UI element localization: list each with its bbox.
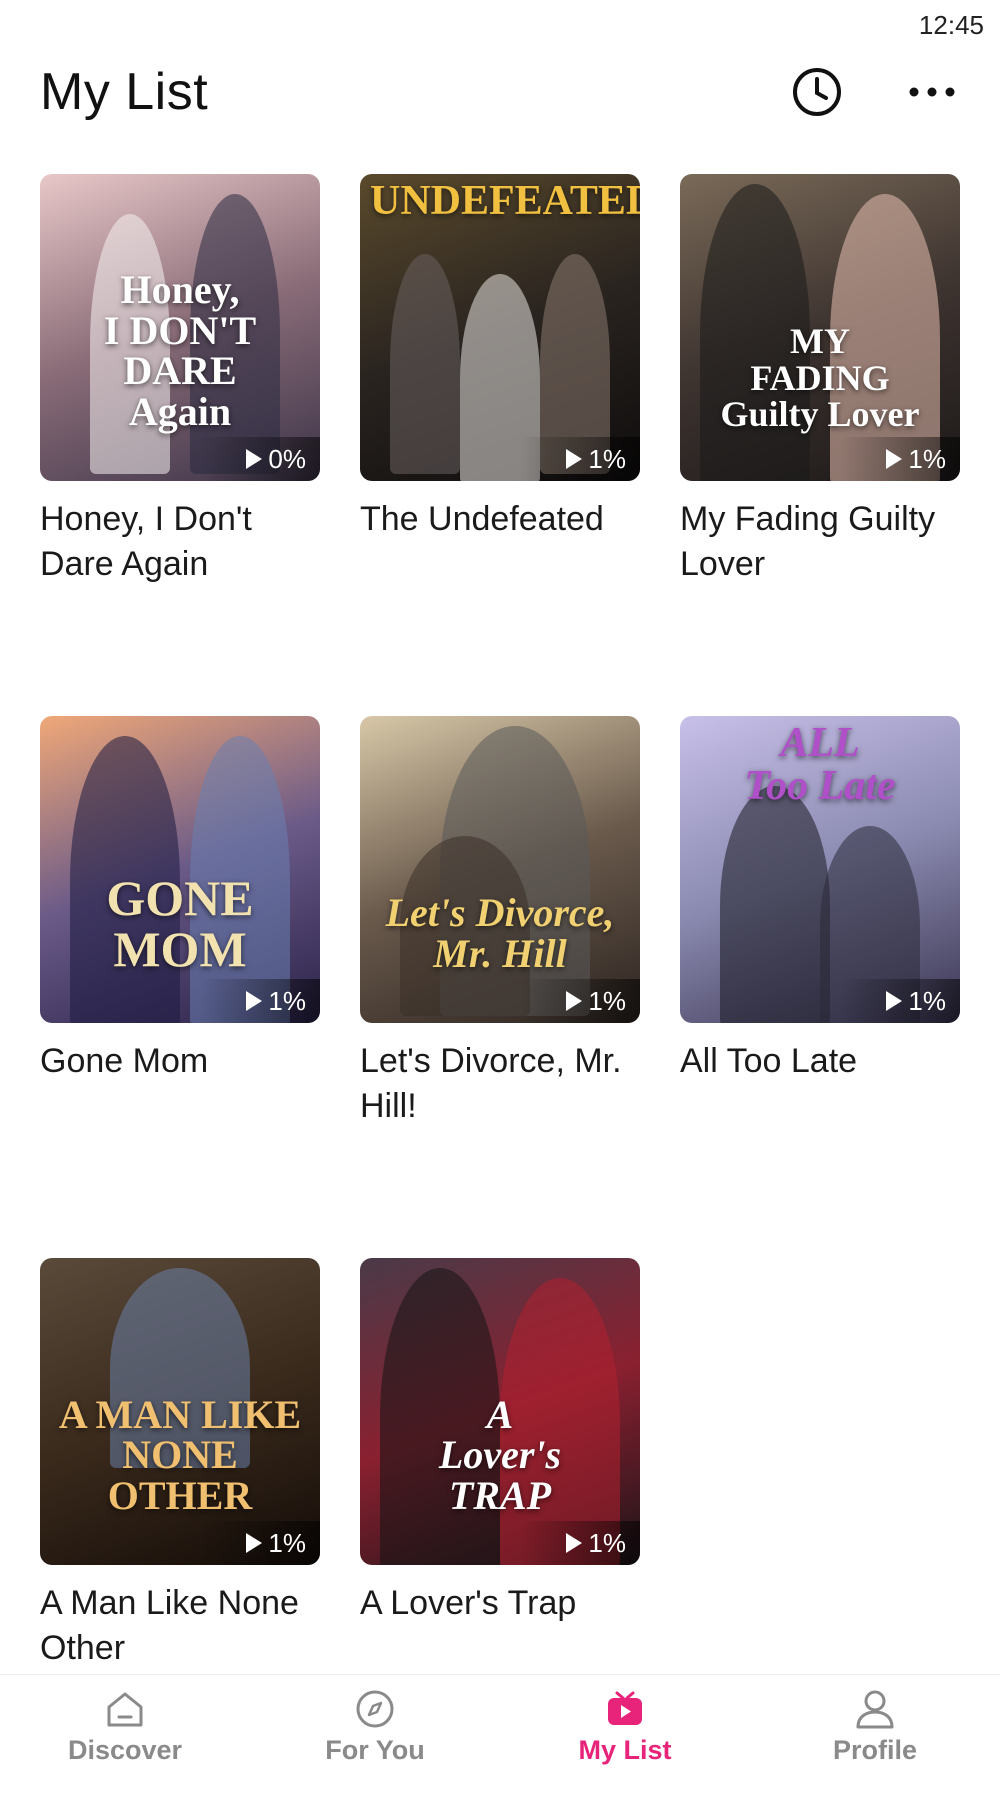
item-title: All Too Late bbox=[680, 1042, 858, 1080]
play-icon bbox=[566, 1533, 583, 1553]
progress-badge: 0% bbox=[200, 437, 320, 481]
play-icon bbox=[246, 449, 263, 469]
cover-image: ALL Too Late 1% bbox=[680, 716, 960, 1023]
progress-badge: 1% bbox=[200, 1521, 320, 1565]
cover-image: A MAN LIKE NONE OTHER 1% bbox=[40, 1258, 320, 1565]
list-item[interactable]: Honey, I DON'T DARE Again 0% Honey, I Do… bbox=[40, 174, 320, 716]
play-icon bbox=[608, 1691, 642, 1725]
history-button[interactable] bbox=[789, 64, 845, 120]
item-title: A Lover's Trap bbox=[360, 1584, 577, 1622]
bottom-tab-bar: Discover For You My List Profile bbox=[0, 1674, 1000, 1778]
tab-label: Discover bbox=[67, 1735, 183, 1765]
tab-profile[interactable]: Profile bbox=[750, 1675, 1000, 1778]
progress-badge: 1% bbox=[840, 437, 960, 481]
item-title: Let's Divorce, Mr. Hill! bbox=[360, 1042, 622, 1125]
progress-badge: 1% bbox=[200, 979, 320, 1023]
list-item[interactable]: ALL Too Late 1% All Too Late bbox=[680, 716, 960, 1258]
cover-title: ALL Too Late bbox=[744, 720, 896, 809]
progress-badge: 1% bbox=[520, 1521, 640, 1565]
play-icon bbox=[246, 991, 263, 1011]
user-icon bbox=[856, 1690, 894, 1729]
page-title: My List bbox=[40, 63, 209, 121]
item-title: A Man Like None Other bbox=[40, 1584, 299, 1667]
item-title: My Fading Guilty Lover bbox=[680, 500, 936, 583]
tab-for-you[interactable]: For You bbox=[250, 1675, 500, 1778]
list-item[interactable]: UNDEFEATED 1% The Undefeated bbox=[360, 174, 640, 716]
list-item[interactable]: Let's Divorce, Mr. Hill 1% Let's Divorce… bbox=[360, 716, 640, 1258]
cover-title: Let's Divorce, Mr. Hill bbox=[385, 890, 615, 977]
item-title: The Undefeated bbox=[360, 500, 604, 538]
home-icon bbox=[107, 1692, 143, 1727]
compass-icon bbox=[356, 1690, 394, 1728]
my-list-grid: Honey, I DON'T DARE Again 0% Honey, I Do… bbox=[40, 174, 960, 1800]
cover-title: A Lover's TRAP bbox=[438, 1391, 562, 1519]
cover-image: MY FADING Guilty Lover 1% bbox=[680, 174, 960, 481]
progress-badge: 1% bbox=[840, 979, 960, 1023]
cover-title: A MAN LIKE NONE OTHER bbox=[58, 1391, 302, 1519]
tab-label: My List bbox=[578, 1735, 672, 1765]
play-icon bbox=[886, 991, 903, 1011]
clock-icon bbox=[791, 66, 843, 118]
item-title: Gone Mom bbox=[40, 1042, 209, 1080]
cover-image: A Lover's TRAP 1% bbox=[360, 1258, 640, 1565]
list-item[interactable]: GONE MOM 1% Gone Mom bbox=[40, 716, 320, 1258]
play-icon bbox=[886, 449, 903, 469]
list-item[interactable]: MY FADING Guilty Lover 1% My Fading Guil… bbox=[680, 174, 960, 716]
tab-discover[interactable]: Discover bbox=[0, 1675, 250, 1778]
cover-image: UNDEFEATED 1% bbox=[360, 174, 640, 481]
cover-image: GONE MOM 1% bbox=[40, 716, 320, 1023]
play-icon bbox=[566, 449, 583, 469]
cover-title: GONE MOM bbox=[106, 870, 254, 977]
cover-title: Honey, I DON'T DARE Again bbox=[103, 266, 257, 435]
cover-image: Let's Divorce, Mr. Hill 1% bbox=[360, 716, 640, 1023]
more-horizontal-icon bbox=[906, 82, 958, 102]
progress-badge: 1% bbox=[520, 979, 640, 1023]
cover-title: MY FADING Guilty Lover bbox=[720, 320, 920, 435]
status-time: 12:45 bbox=[918, 10, 984, 40]
tab-label: Profile bbox=[832, 1735, 918, 1765]
cover-image: Honey, I DON'T DARE Again 0% bbox=[40, 174, 320, 481]
tab-label: For You bbox=[325, 1735, 425, 1765]
progress-badge: 1% bbox=[520, 437, 640, 481]
more-button[interactable] bbox=[904, 64, 960, 120]
item-title: Honey, I Don't Dare Again bbox=[40, 500, 252, 583]
play-icon bbox=[246, 1533, 263, 1553]
tab-my-list[interactable]: My List bbox=[500, 1675, 750, 1778]
play-icon bbox=[566, 991, 583, 1011]
cover-title: UNDEFEATED bbox=[370, 178, 640, 224]
